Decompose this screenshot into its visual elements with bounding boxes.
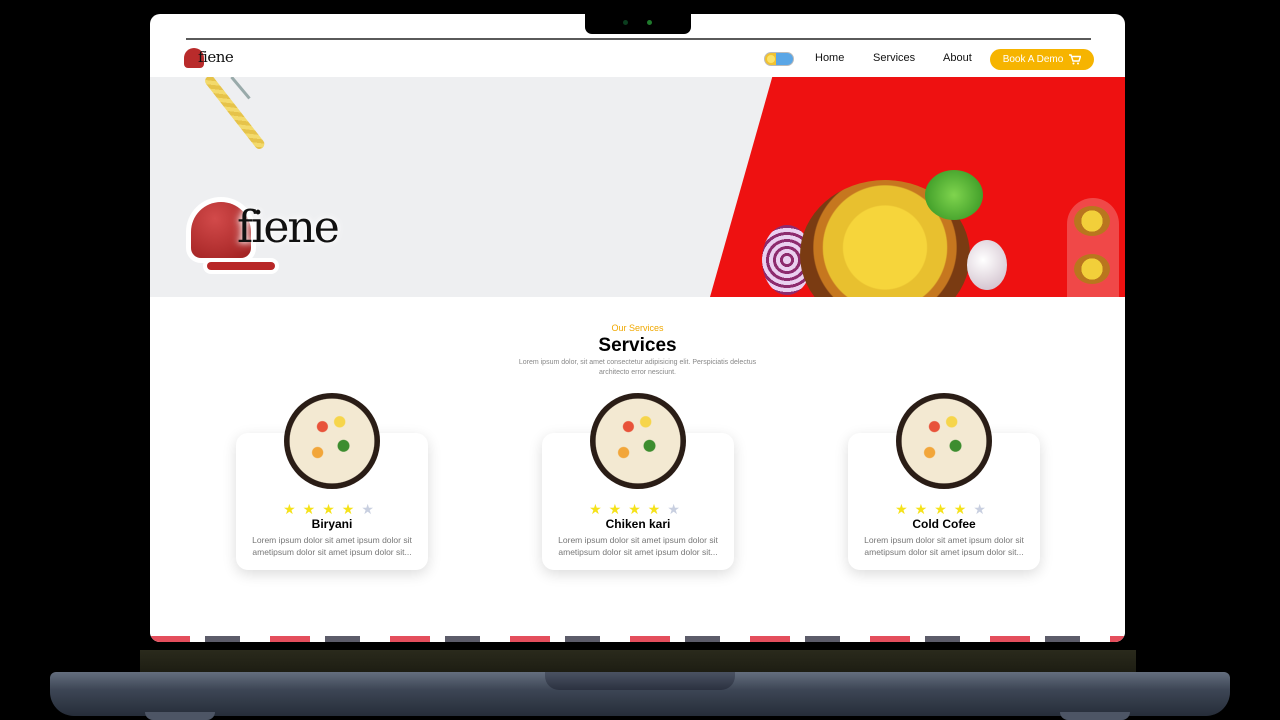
star-rating: ★★★★★	[542, 501, 734, 518]
cart-icon	[1069, 54, 1082, 65]
nav-link-services[interactable]: Services	[873, 52, 915, 64]
card-description: Lorem ipsum dolor sit amet ipsum dolor s…	[558, 535, 718, 557]
laptop-hinge	[140, 650, 1136, 674]
star-icon: ★	[628, 501, 648, 517]
fork-decoration	[230, 77, 251, 100]
noodle-decoration	[203, 77, 267, 151]
card-title: Chiken kari	[605, 517, 671, 531]
service-card[interactable]: ★★★★★ Biryani Lorem ipsum dolor sit amet…	[236, 393, 428, 570]
star-rating: ★★★★★	[848, 501, 1040, 518]
star-icon: ★	[589, 501, 609, 517]
star-icon: ★	[608, 501, 629, 517]
star-icon: ★	[667, 501, 687, 517]
card-title: Biryani	[311, 517, 353, 531]
laptop-foot	[145, 712, 215, 720]
service-card[interactable]: ★★★★★ Chiken kari Lorem ipsum dolor sit …	[542, 393, 734, 570]
hero-logo-text: fiene	[237, 202, 340, 253]
nav-link-about[interactable]: About	[943, 52, 972, 64]
hero-logo: fiene	[185, 192, 340, 287]
dish-image	[590, 393, 686, 489]
garlic-image	[967, 240, 1007, 290]
star-icon: ★	[934, 501, 954, 517]
star-icon: ★	[953, 501, 974, 517]
service-card[interactable]: ★★★★★ Cold Cofee Lorem ipsum dolor sit a…	[848, 393, 1040, 570]
star-icon: ★	[973, 501, 993, 517]
star-icon: ★	[647, 501, 668, 517]
section-title: Services	[598, 335, 677, 356]
nav-link-home[interactable]: Home	[815, 52, 844, 64]
next-section-peek	[150, 636, 1125, 642]
dish-image	[896, 393, 992, 489]
book-demo-button[interactable]: Book A Demo	[990, 49, 1094, 70]
star-icon: ★	[361, 501, 381, 517]
star-icon: ★	[341, 501, 362, 517]
dish-selector	[1067, 198, 1119, 297]
laptop-groove	[545, 672, 735, 690]
star-rating: ★★★★★	[236, 501, 428, 518]
card-description: Lorem ipsum dolor sit amet ipsum dolor s…	[864, 535, 1024, 557]
star-icon: ★	[895, 501, 915, 517]
dish-image	[284, 393, 380, 489]
laptop-foot	[1060, 712, 1130, 720]
dish-thumbnail-2[interactable]	[1074, 254, 1110, 284]
star-icon: ★	[302, 501, 323, 517]
navbar: fiene Home Services About Book A Demo	[150, 42, 1125, 77]
section-kicker: Our Services	[611, 323, 664, 333]
star-icon: ★	[322, 501, 342, 517]
laptop-screen: fiene Home Services About Book A Demo fi…	[150, 14, 1125, 642]
lettuce-image	[925, 170, 983, 220]
services-section: Our Services Services Lorem ipsum dolor,…	[150, 297, 1125, 642]
hero-banner: fiene	[150, 77, 1125, 297]
brand-logo-text: fiene	[198, 48, 234, 66]
star-icon: ★	[283, 501, 303, 517]
card-title: Cold Cofee	[912, 517, 976, 531]
browser-top-line	[186, 38, 1091, 40]
card-description: Lorem ipsum dolor sit amet ipsum dolor s…	[252, 535, 412, 557]
dish-thumbnail-1[interactable]	[1074, 206, 1110, 236]
theme-toggle[interactable]	[764, 52, 794, 66]
camera-light-icon	[647, 20, 652, 25]
book-demo-label: Book A Demo	[1002, 54, 1064, 65]
brand-logo[interactable]: fiene	[184, 46, 234, 72]
laptop-mockup: fiene Home Services About Book A Demo fi…	[0, 0, 1280, 720]
camera-icon	[623, 20, 628, 25]
logo-swoosh	[207, 262, 275, 270]
camera-notch	[585, 12, 691, 34]
star-icon: ★	[914, 501, 935, 517]
section-description: Lorem ipsum dolor, sit amet consectetur …	[518, 359, 757, 376]
